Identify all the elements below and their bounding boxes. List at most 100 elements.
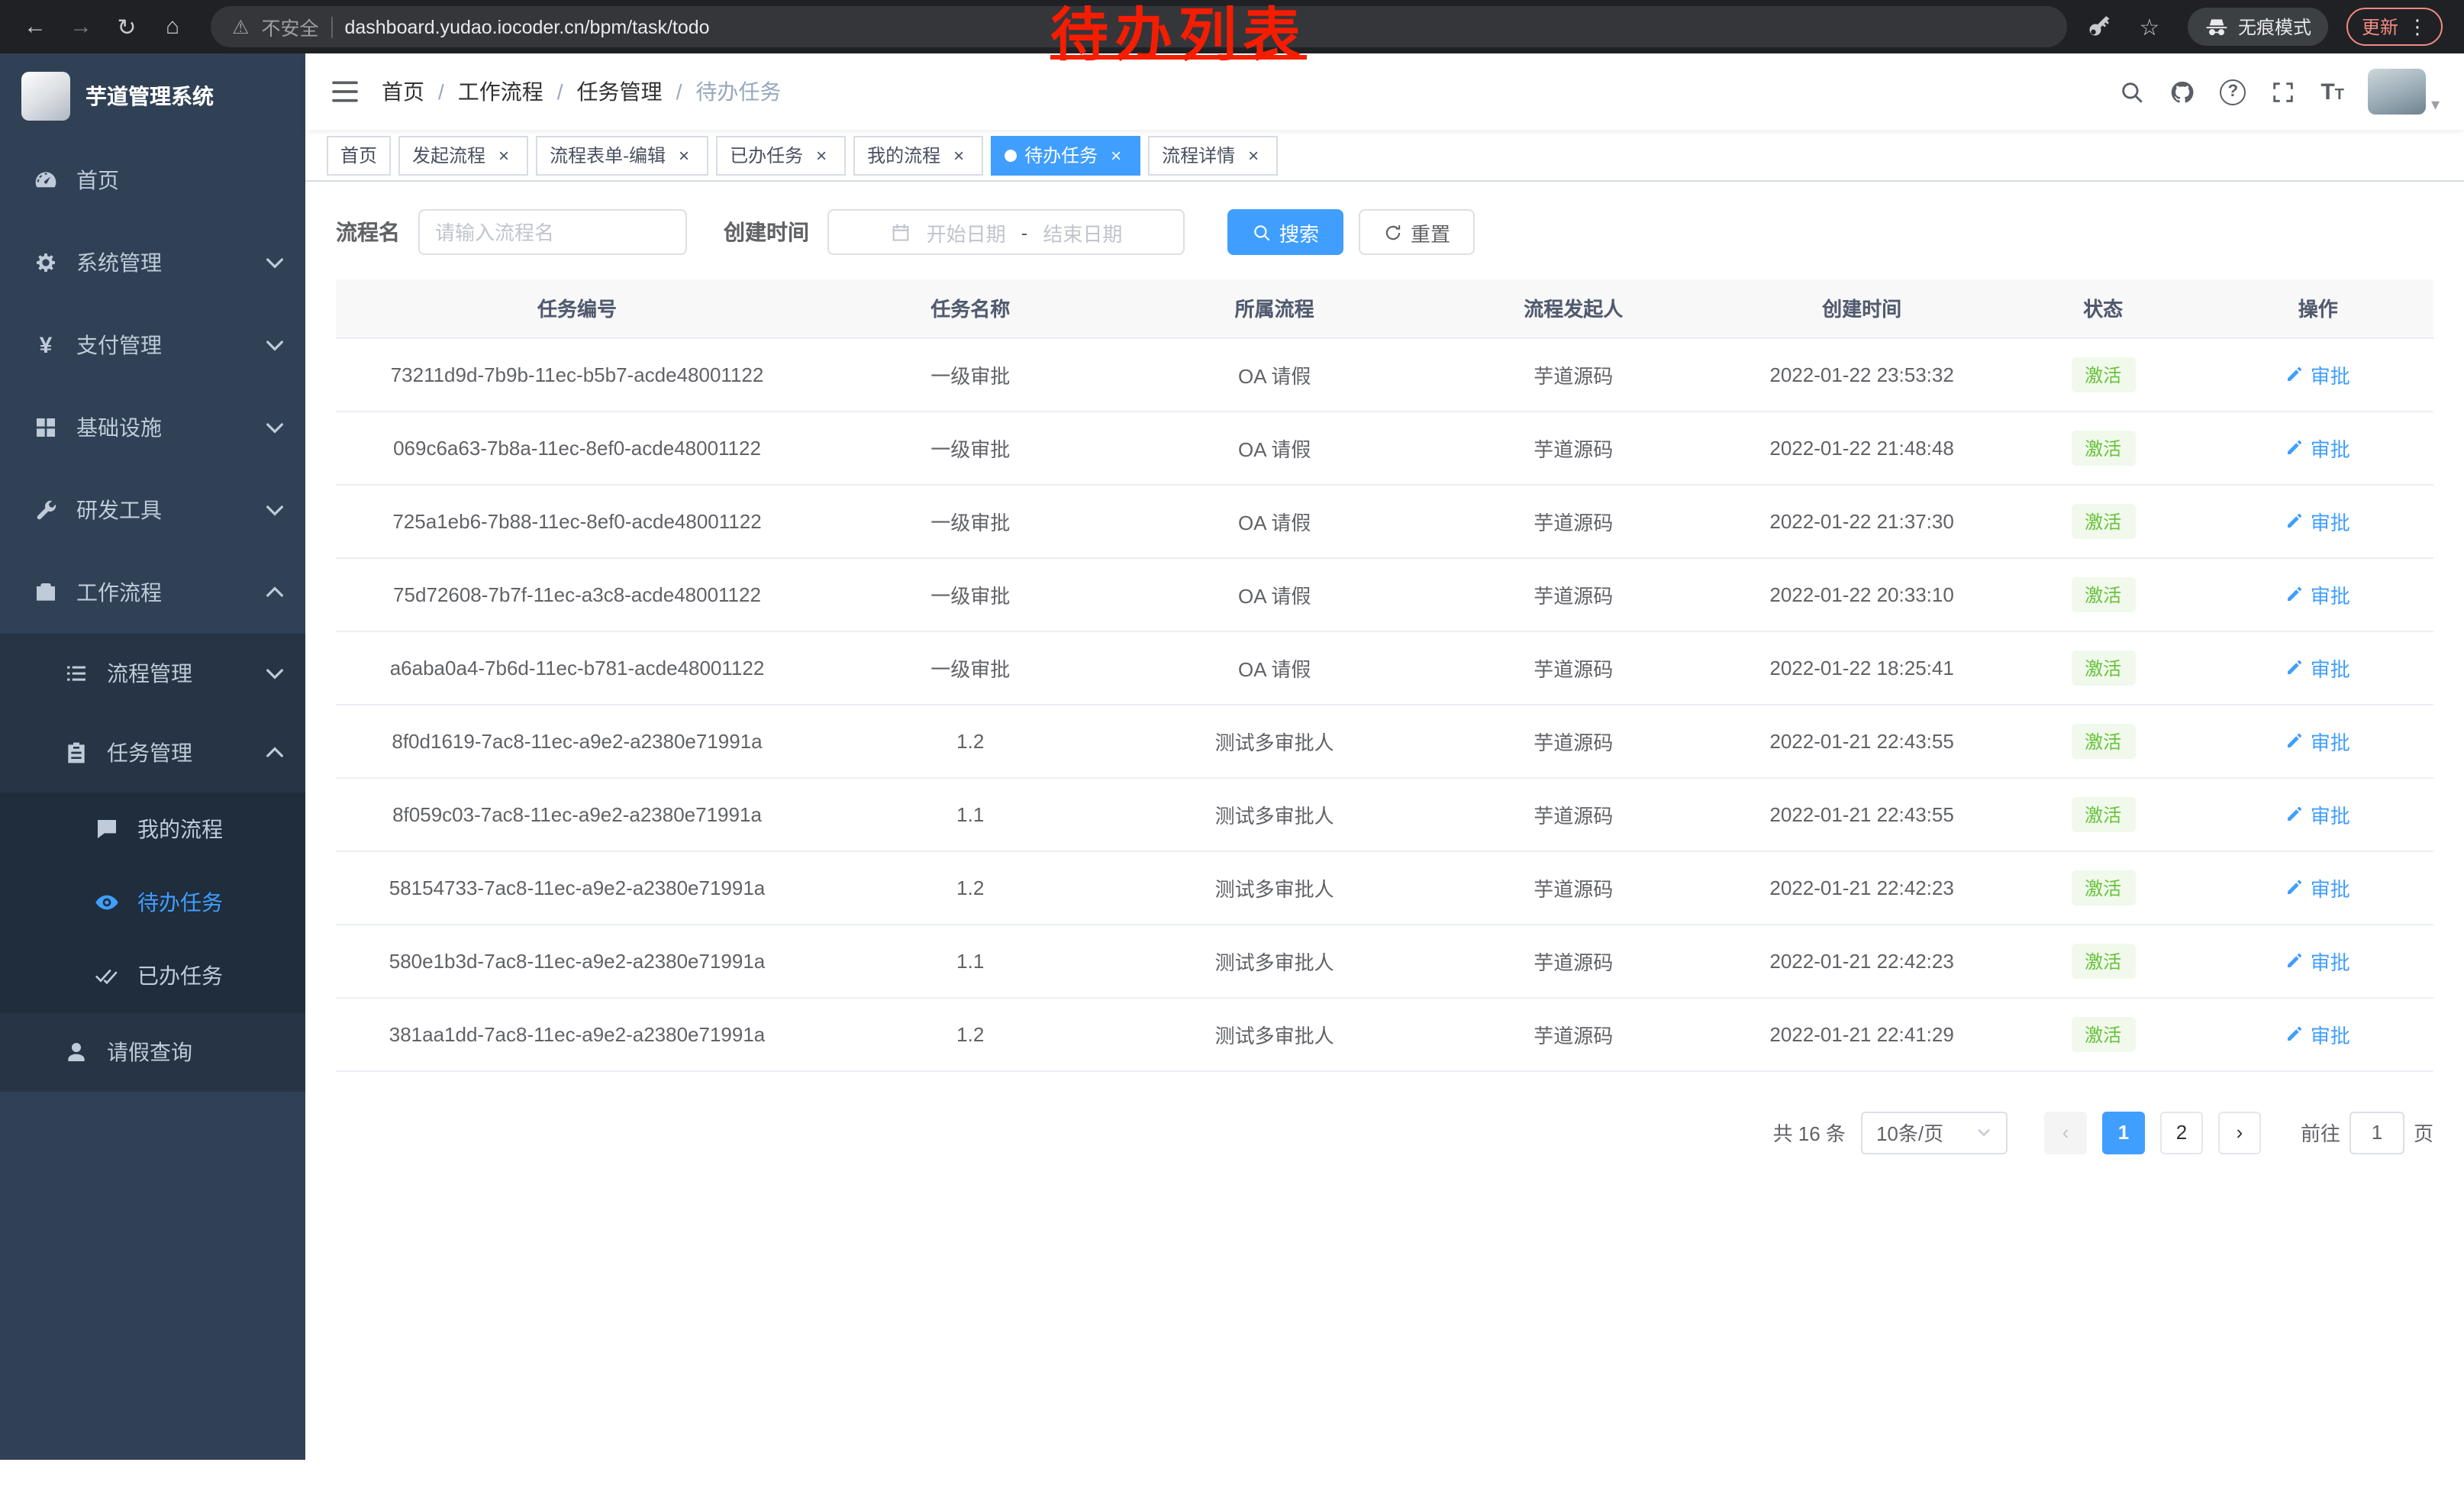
- approve-link[interactable]: 审批: [2286, 799, 2350, 828]
- app-logo-row[interactable]: 芋道管理系统: [0, 53, 305, 139]
- hamburger-icon[interactable]: [330, 76, 360, 107]
- close-icon[interactable]: ×: [811, 144, 832, 166]
- font-size-icon[interactable]: T T: [2320, 80, 2344, 103]
- key-icon[interactable]: [2085, 14, 2111, 40]
- task-status: 激活: [2004, 484, 2203, 557]
- sidebar-item-leave-query[interactable]: 请假查询: [0, 1012, 305, 1092]
- pen-icon: [2286, 731, 2304, 750]
- breadcrumb-task-mgmt[interactable]: 任务管理: [577, 76, 663, 107]
- reset-button-label: 重置: [1411, 218, 1450, 247]
- task-status: 激活: [2004, 557, 2203, 631]
- approve-link[interactable]: 审批: [2286, 360, 2350, 389]
- approve-label: 审批: [2311, 873, 2350, 902]
- col-create-time: 创建时间: [1721, 279, 2004, 337]
- task-process: 测试多审批人: [1122, 851, 1426, 924]
- task-status: 激活: [2004, 411, 2203, 484]
- close-icon[interactable]: ×: [1105, 144, 1127, 166]
- end-date-placeholder[interactable]: 结束日期: [1043, 218, 1122, 247]
- sidebar-item-home[interactable]: 首页: [0, 139, 305, 221]
- sidebar-item-todo-tasks[interactable]: 待办任务: [0, 866, 305, 939]
- sidebar-item-done-tasks[interactable]: 已办任务: [0, 939, 305, 1012]
- close-icon[interactable]: ×: [1243, 144, 1264, 166]
- task-initiator: 芋道源码: [1427, 704, 1721, 777]
- goto-page-input[interactable]: [2350, 1111, 2404, 1154]
- sidebar-item-workflow[interactable]: 工作流程: [0, 551, 305, 634]
- tab-done-tasks[interactable]: 已办任务 ×: [716, 135, 846, 175]
- home-button[interactable]: ⌂: [153, 7, 192, 47]
- chevron-down-icon: [263, 415, 287, 440]
- forward-button[interactable]: →: [61, 7, 101, 47]
- tab-home[interactable]: 首页: [327, 135, 391, 175]
- approve-link[interactable]: 审批: [2286, 433, 2350, 462]
- tab-my-process[interactable]: 我的流程 ×: [853, 135, 983, 175]
- sidebar-item-task-mgmt[interactable]: 任务管理: [0, 713, 305, 792]
- briefcase-icon: [34, 580, 58, 605]
- search-icon[interactable]: [2119, 79, 2145, 105]
- approve-label: 审批: [2311, 653, 2350, 682]
- browser-menu-icon[interactable]: ⋮: [2408, 15, 2427, 39]
- approve-link[interactable]: 审批: [2286, 1019, 2350, 1048]
- help-icon[interactable]: ?: [2220, 79, 2246, 105]
- url-text[interactable]: dashboard.yudao.iocoder.cn/bpm/task/todo: [344, 16, 709, 37]
- close-icon[interactable]: ×: [493, 144, 514, 166]
- update-button[interactable]: 更新 ⋮: [2346, 8, 2443, 46]
- breadcrumb-workflow[interactable]: 工作流程: [458, 76, 543, 107]
- breadcrumb-current: 待办任务: [695, 76, 781, 107]
- reload-button[interactable]: ↻: [107, 7, 147, 47]
- page-1-button[interactable]: 1: [2102, 1111, 2145, 1154]
- sidebar-item-process-mgmt[interactable]: 流程管理: [0, 634, 305, 713]
- approve-link[interactable]: 审批: [2286, 726, 2350, 755]
- breadcrumb-home[interactable]: 首页: [382, 76, 424, 107]
- app-title: 芋道管理系统: [85, 81, 214, 111]
- tab-todo-tasks[interactable]: 待办任务 ×: [991, 135, 1140, 175]
- search-button[interactable]: 搜索: [1227, 209, 1343, 255]
- tab-process-detail[interactable]: 流程详情 ×: [1148, 135, 1278, 175]
- tab-start-process[interactable]: 发起流程 ×: [398, 135, 528, 175]
- task-status: 激活: [2004, 777, 2203, 851]
- next-page-button[interactable]: ›: [2218, 1111, 2261, 1154]
- address-bar[interactable]: ⚠ 不安全 dashboard.yudao.iocoder.cn/bpm/tas…: [211, 6, 2067, 47]
- task-status: 激活: [2004, 704, 2203, 777]
- approve-link[interactable]: 审批: [2286, 946, 2350, 975]
- sidebar-item-label: 任务管理: [107, 738, 192, 768]
- user-menu[interactable]: ▾: [2369, 69, 2440, 115]
- approve-link[interactable]: 审批: [2286, 579, 2350, 608]
- task-process: OA 请假: [1122, 484, 1426, 557]
- reset-button[interactable]: 重置: [1359, 209, 1475, 255]
- page-2-button[interactable]: 2: [2160, 1111, 2203, 1154]
- tab-label: 首页: [340, 142, 377, 168]
- sidebar-item-system[interactable]: 系统管理: [0, 221, 305, 304]
- bookmark-star-icon[interactable]: ☆: [2130, 7, 2169, 47]
- status-badge: 激活: [2071, 723, 2135, 758]
- fullscreen-icon[interactable]: [2270, 79, 2296, 105]
- sidebar-item-my-process[interactable]: 我的流程: [0, 792, 305, 866]
- sidebar-item-payment[interactable]: ¥ 支付管理: [0, 304, 305, 386]
- page-size-select[interactable]: 10条/页: [1861, 1111, 2008, 1154]
- tab-form-edit[interactable]: 流程表单-编辑 ×: [536, 135, 708, 175]
- github-icon[interactable]: [2169, 79, 2195, 105]
- avatar[interactable]: [2369, 69, 2427, 115]
- approve-label: 审批: [2311, 360, 2350, 389]
- process-name-input[interactable]: [435, 221, 670, 244]
- approve-link[interactable]: 审批: [2286, 506, 2350, 535]
- security-label[interactable]: 不安全: [261, 12, 318, 41]
- process-name-label: 流程名: [336, 217, 400, 247]
- goto-unit: 页: [2414, 1118, 2433, 1147]
- start-date-placeholder[interactable]: 开始日期: [927, 218, 1006, 247]
- approve-link[interactable]: 审批: [2286, 653, 2350, 682]
- back-button[interactable]: ←: [15, 7, 55, 47]
- close-icon[interactable]: ×: [948, 144, 969, 166]
- date-range-picker[interactable]: 开始日期 - 结束日期: [827, 209, 1185, 255]
- sidebar: 芋道管理系统 首页 系统管理 ¥ 支付管理: [0, 53, 305, 1460]
- prev-page-button[interactable]: ‹: [2044, 1111, 2087, 1154]
- task-name: 一级审批: [818, 557, 1122, 631]
- sidebar-item-infrastructure[interactable]: 基础设施: [0, 386, 305, 469]
- task-name: 1.2: [818, 851, 1122, 924]
- sidebar-item-devtools[interactable]: 研发工具: [0, 469, 305, 551]
- pagination: 共 16 条 10条/页 ‹ 1 2 › 前往 页: [336, 1111, 2433, 1154]
- approve-link[interactable]: 审批: [2286, 873, 2350, 902]
- goto-page: 前往 页: [2301, 1111, 2433, 1154]
- task-name: 一级审批: [818, 484, 1122, 557]
- task-status: 激活: [2004, 337, 2203, 411]
- close-icon[interactable]: ×: [673, 144, 695, 166]
